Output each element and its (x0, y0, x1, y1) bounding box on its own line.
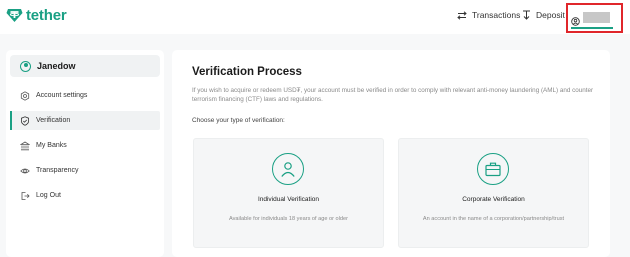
verification-panel: Verification Process If you wish to acqu… (172, 50, 610, 257)
person-icon (272, 153, 304, 185)
nav-transactions-label: Transactions (472, 10, 521, 20)
avatar-icon (20, 60, 31, 72)
sidebar-item-my-banks[interactable]: My Banks (10, 136, 160, 155)
bank-icon (20, 141, 30, 151)
card-description: An account in the name of a corporation/… (422, 216, 565, 222)
tether-logo-icon (6, 8, 23, 23)
sidebar-item-label: My Banks (36, 142, 67, 149)
choose-type-label: Choose your type of verification: (192, 117, 285, 124)
sidebar-item-transparency[interactable]: Transparency (10, 161, 160, 180)
sidebar-username: Janedow (37, 61, 76, 71)
sidebar-item-verification[interactable]: Verification (10, 111, 160, 130)
card-title: Individual Verification (257, 196, 320, 203)
swap-arrows-icon (457, 10, 467, 20)
nav-transactions[interactable]: Transactions (457, 10, 520, 20)
sidebar-user: Janedow (10, 55, 160, 77)
sidebar-item-label: Verification (36, 117, 71, 124)
nav-deposit-label: Deposit (536, 10, 565, 20)
shield-check-icon (20, 115, 30, 126)
brand-name: tether (26, 7, 67, 24)
page-title: Verification Process (192, 66, 302, 78)
corporate-verification-card[interactable]: Corporate Verification An account in the… (398, 138, 589, 248)
card-title: Corporate Verification (462, 196, 525, 203)
sidebar-item-label: Transparency (36, 167, 79, 174)
sidebar-item-account-settings[interactable]: Account settings (10, 86, 160, 105)
sidebar-item-logout[interactable]: Log Out (10, 186, 160, 205)
nav-deposit[interactable]: Deposit (522, 10, 565, 20)
settings-icon (20, 90, 30, 101)
briefcase-icon (477, 153, 509, 185)
sidebar-item-label: Log Out (36, 192, 61, 199)
logout-icon (20, 191, 30, 201)
individual-verification-card[interactable]: Individual Verification Available for in… (193, 138, 384, 248)
tether-logo[interactable]: tether (6, 7, 67, 24)
page-description: If you wish to acquire or redeem USD₮, y… (192, 87, 594, 103)
sidebar: Janedow Account settings Verification My (6, 50, 164, 257)
card-description: Available for individuals 18 years of ag… (229, 216, 348, 222)
username-redacted (583, 12, 610, 23)
deposit-arrow-icon (522, 10, 531, 20)
active-tab-indicator (571, 27, 613, 29)
eye-icon (20, 166, 30, 176)
sidebar-item-label: Account settings (36, 92, 88, 99)
top-bar: tether Transactions Deposit (0, 0, 630, 34)
